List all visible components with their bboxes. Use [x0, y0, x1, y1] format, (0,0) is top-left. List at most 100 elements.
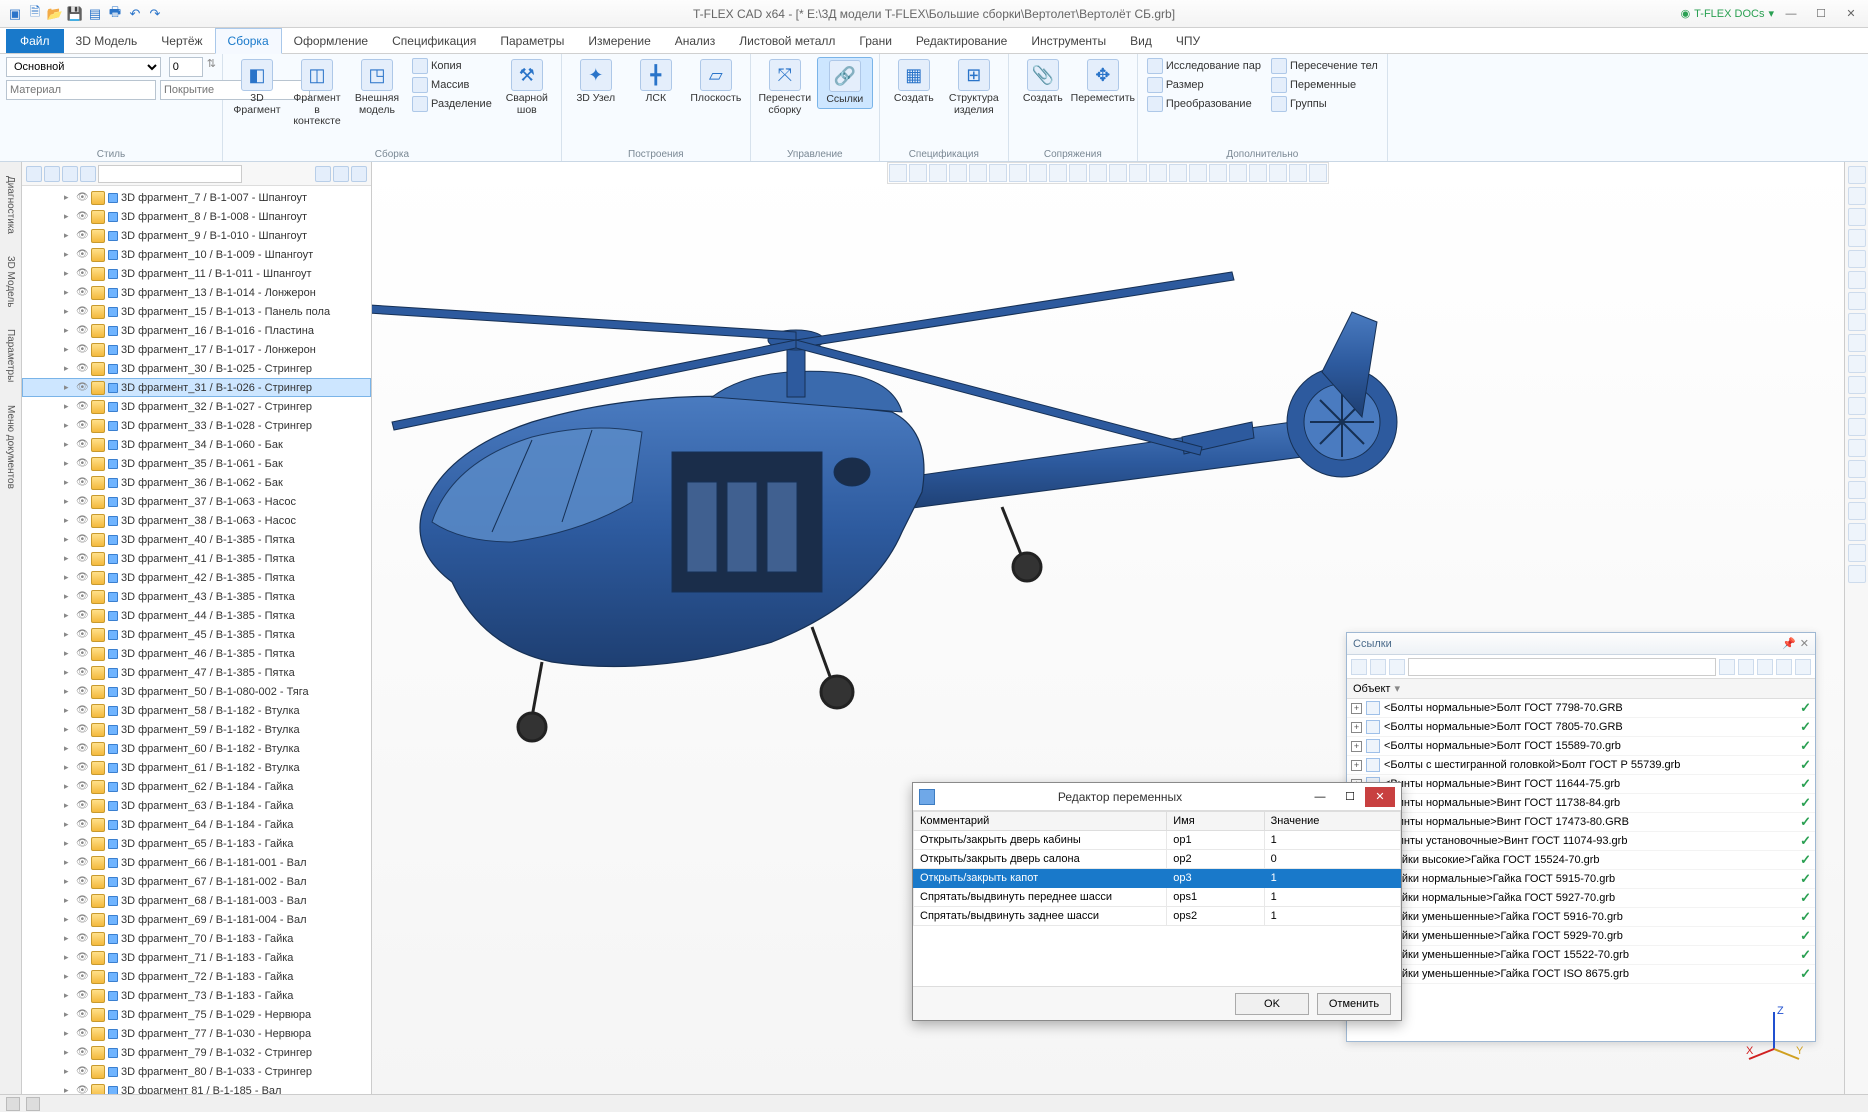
expand-icon[interactable]: ▸ [64, 420, 73, 431]
view-tool-icon[interactable] [1029, 164, 1047, 182]
right-tool-icon[interactable] [1848, 334, 1866, 352]
view-tool-icon[interactable] [1169, 164, 1187, 182]
eye-icon[interactable]: 👁 [76, 1009, 88, 1020]
expand-icon[interactable]: + [1351, 722, 1362, 733]
qat-open-icon[interactable]: 📂 [46, 5, 64, 23]
expand-icon[interactable]: ▸ [64, 781, 73, 792]
link-row[interactable]: +<Винты установочные>Винт ГОСТ 11074-93.… [1347, 832, 1815, 851]
right-tool-icon[interactable] [1848, 460, 1866, 478]
tree-item[interactable]: ▸👁3D фрагмент_33 / B-1-028 - Стрингер [22, 416, 371, 435]
status-icon-1[interactable] [6, 1097, 20, 1111]
status-icon-2[interactable] [26, 1097, 40, 1111]
tab-Грани[interactable]: Грани [847, 29, 904, 53]
eye-icon[interactable]: 👁 [76, 534, 88, 545]
tree-item[interactable]: ▸👁3D фрагмент_38 / B-1-063 - Насос [22, 511, 371, 530]
right-tool-icon[interactable] [1848, 481, 1866, 499]
eye-icon[interactable]: 👁 [76, 325, 88, 336]
view-tool-icon[interactable] [1049, 164, 1067, 182]
expand-icon[interactable]: ▸ [64, 705, 73, 716]
eye-icon[interactable]: 👁 [76, 971, 88, 982]
link-row[interactable]: +<Болты с шестигранной головкой>Болт ГОС… [1347, 756, 1815, 775]
expand-icon[interactable]: + [1351, 760, 1362, 771]
eye-icon[interactable]: 👁 [76, 610, 88, 621]
expand-icon[interactable]: ▸ [64, 686, 73, 697]
expand-icon[interactable]: ▸ [64, 933, 73, 944]
col-name[interactable]: Имя [1167, 812, 1264, 831]
tree-search-input[interactable] [98, 165, 242, 183]
expand-icon[interactable]: ▸ [64, 344, 73, 355]
tab-Инструменты[interactable]: Инструменты [1019, 29, 1118, 53]
right-tool-icon[interactable] [1848, 523, 1866, 541]
eye-icon[interactable]: 👁 [76, 629, 88, 640]
tree-item[interactable]: ▸👁3D фрагмент_43 / B-1-385 - Пятка [22, 587, 371, 606]
tree-item[interactable]: ▸👁3D фрагмент_79 / B-1-032 - Стрингер [22, 1043, 371, 1062]
cancel-button[interactable]: Отменить [1317, 993, 1391, 1015]
eye-icon[interactable]: 👁 [76, 477, 88, 488]
variable-row[interactable]: Спрятать/выдвинуть переднее шассиops11 [914, 888, 1401, 907]
file-menu[interactable]: Файл [6, 29, 64, 53]
view-tool-icon[interactable] [1269, 164, 1287, 182]
link-row[interactable]: +<Гайки высокие>Гайка ГОСТ 15524-70.grb✓ [1347, 851, 1815, 870]
side-tab[interactable]: Меню документов [3, 399, 18, 495]
links-list[interactable]: +<Болты нормальные>Болт ГОСТ 7798-70.GRB… [1347, 699, 1815, 1041]
eye-icon[interactable]: 👁 [76, 401, 88, 412]
expand-icon[interactable]: ▸ [64, 952, 73, 963]
eye-icon[interactable]: 👁 [76, 876, 88, 887]
tree-item[interactable]: ▸👁3D фрагмент_30 / B-1-025 - Стрингер [22, 359, 371, 378]
tree-item[interactable]: ▸👁3D фрагмент_68 / B-1-181-003 - Вал [22, 891, 371, 910]
eye-icon[interactable]: 👁 [76, 515, 88, 526]
fragment-context-button[interactable]: ◫Фрагмент в контексте [289, 57, 345, 130]
style-spin[interactable] [169, 57, 203, 77]
expand-icon[interactable]: ▸ [64, 724, 73, 735]
right-tool-icon[interactable] [1848, 187, 1866, 205]
link-row[interactable]: +<Гайки нормальные>Гайка ГОСТ 5915-70.gr… [1347, 870, 1815, 889]
expand-icon[interactable]: ▸ [64, 553, 73, 564]
tree-item[interactable]: ▸👁3D фрагмент_9 / B-1-010 - Шпангоут [22, 226, 371, 245]
tree-item[interactable]: ▸👁3D фрагмент_10 / B-1-009 - Шпангоут [22, 245, 371, 264]
eye-icon[interactable]: 👁 [76, 952, 88, 963]
split-button[interactable]: Разделение [409, 95, 495, 113]
eye-icon[interactable]: 👁 [76, 1047, 88, 1058]
side-tab[interactable]: Диагностика [3, 170, 18, 240]
eye-icon[interactable]: 👁 [76, 458, 88, 469]
tree-item[interactable]: ▸👁3D фрагмент_70 / B-1-183 - Гайка [22, 929, 371, 948]
tree-item[interactable]: ▸👁3D фрагмент 81 / B-1-185 - Вал [22, 1081, 371, 1094]
view-tool-icon[interactable] [969, 164, 987, 182]
tree-item[interactable]: ▸👁3D фрагмент_31 / B-1-026 - Стрингер [22, 378, 371, 397]
expand-icon[interactable]: ▸ [64, 534, 73, 545]
view-tool-icon[interactable] [1289, 164, 1307, 182]
tab-Измерение[interactable]: Измерение [576, 29, 662, 53]
variable-row[interactable]: Открыть/закрыть дверь кабиныop11 [914, 831, 1401, 850]
expand-icon[interactable]: ▸ [64, 838, 73, 849]
view-tool-icon[interactable] [1069, 164, 1087, 182]
move-assembly-button[interactable]: ⤧Перенести сборку [757, 57, 813, 118]
weld-button[interactable]: ⚒Сварной шов [499, 57, 555, 118]
tree-item[interactable]: ▸👁3D фрагмент_67 / B-1-181-002 - Вал [22, 872, 371, 891]
eye-icon[interactable]: 👁 [76, 344, 88, 355]
tree-refresh-icon[interactable] [333, 166, 349, 182]
tree-item[interactable]: ▸👁3D фрагмент_7 / B-1-007 - Шпангоут [22, 188, 371, 207]
link-row[interactable]: +<Гайки нормальные>Гайка ГОСТ 5927-70.gr… [1347, 889, 1815, 908]
eye-icon[interactable]: 👁 [76, 990, 88, 1001]
dialog-maximize-button[interactable]: ☐ [1335, 787, 1365, 807]
eye-icon[interactable]: 👁 [76, 895, 88, 906]
tree-item[interactable]: ▸👁3D фрагмент_15 / B-1-013 - Панель пола [22, 302, 371, 321]
view-tool-icon[interactable] [1189, 164, 1207, 182]
link-row[interactable]: +<Болты нормальные>Болт ГОСТ 7805-70.GRB… [1347, 718, 1815, 737]
expand-icon[interactable]: + [1351, 741, 1362, 752]
tree-item[interactable]: ▸👁3D фрагмент_45 / B-1-385 - Пятка [22, 625, 371, 644]
expand-icon[interactable]: ▸ [64, 477, 73, 488]
expand-icon[interactable]: ▸ [64, 819, 73, 830]
tree-item[interactable]: ▸👁3D фрагмент_75 / B-1-029 - Нервюра [22, 1005, 371, 1024]
expand-icon[interactable]: ▸ [64, 914, 73, 925]
link-row[interactable]: +<Винты нормальные>Винт ГОСТ 11738-84.gr… [1347, 794, 1815, 813]
tab-Спецификация[interactable]: Спецификация [380, 29, 488, 53]
side-tab[interactable]: Параметры [3, 323, 18, 388]
tree-fwd-icon[interactable] [44, 166, 60, 182]
view-tool-icon[interactable] [1209, 164, 1227, 182]
expand-icon[interactable]: ▸ [64, 1009, 73, 1020]
tree-item[interactable]: ▸👁3D фрагмент_47 / B-1-385 - Пятка [22, 663, 371, 682]
array-button[interactable]: Массив [409, 76, 495, 94]
expand-icon[interactable]: ▸ [64, 857, 73, 868]
var-value[interactable]: 1 [1264, 907, 1400, 926]
